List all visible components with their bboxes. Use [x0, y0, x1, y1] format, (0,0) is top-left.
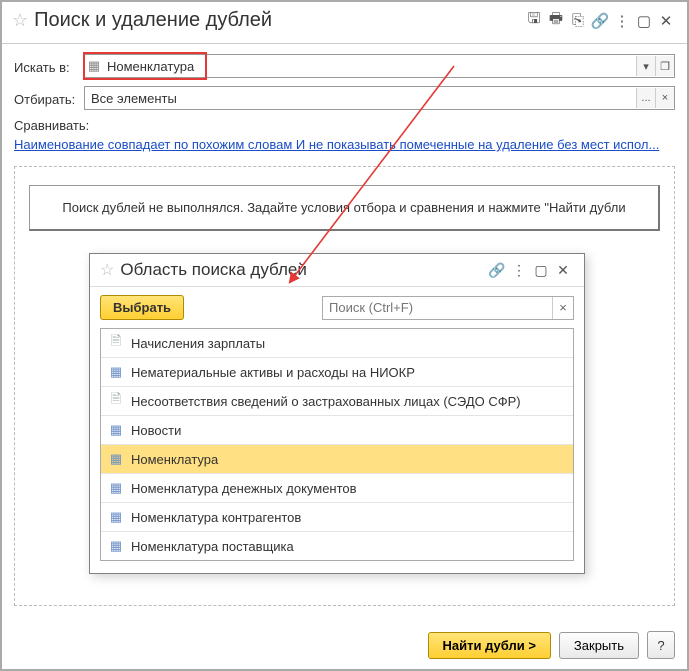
table-icon: ▦ — [107, 422, 125, 438]
link-icon[interactable]: 🔗 — [589, 12, 611, 30]
popup-star-icon[interactable]: ☆ — [100, 260, 114, 280]
document-icon: 🗎 — [107, 332, 125, 354]
maximize-icon[interactable]: ▢ — [633, 12, 655, 30]
popup-maximize-icon[interactable]: ▢ — [530, 262, 552, 279]
filter-label: Отбирать: — [14, 90, 84, 107]
preview-icon[interactable]: ⎘ — [567, 12, 589, 29]
list-item-label: Нематериальные активы и расходы на НИОКР — [131, 365, 415, 380]
bottom-bar: Найти дубли > Закрыть ? — [428, 631, 675, 659]
popup-titlebar: ☆ Область поиска дублей 🔗 ⋮ ▢ ✕ — [90, 254, 584, 287]
popup-toolbar: Выбрать × — [90, 287, 584, 328]
document-icon: 🗎 — [107, 390, 125, 412]
select-button[interactable]: Выбрать — [100, 295, 184, 320]
form-area: Искать в: ▦ Номенклатура ▾ ❐ Отбирать: В… — [2, 44, 687, 152]
search-in-value: Номенклатура — [103, 59, 636, 74]
list-item[interactable]: ▦ Номенклатура поставщика — [101, 532, 573, 560]
close-icon[interactable]: ✕ — [655, 12, 677, 30]
table-icon: ▦ — [107, 451, 125, 467]
table-icon: ▦ — [107, 364, 125, 380]
search-in-label: Искать в: — [14, 58, 84, 75]
print-icon[interactable]: 🖶 — [545, 8, 567, 33]
popup-more-icon[interactable]: ⋮ — [508, 262, 530, 279]
close-button[interactable]: Закрыть — [559, 632, 639, 659]
filter-value: Все элементы — [85, 91, 636, 106]
popup-list: 🗎 Начисления зарплаты ▦ Нематериальные акти… — [100, 328, 574, 561]
search-in-field[interactable]: ▦ Номенклатура ▾ ❐ — [84, 54, 675, 78]
filter-dots-button[interactable]: ... — [636, 88, 655, 108]
popup-search-input[interactable] — [323, 297, 552, 319]
help-button[interactable]: ? — [647, 631, 675, 659]
popup-link-icon[interactable]: 🔗 — [486, 262, 508, 279]
popup-title: Область поиска дублей — [120, 260, 486, 280]
info-text: Поиск дублей не выполнялся. Задайте усло… — [62, 200, 625, 215]
window-title: Поиск и удаление дублей — [34, 9, 523, 32]
list-item[interactable]: ▦ Номенклатура — [101, 445, 573, 474]
list-item-label: Несоответствия сведений о застрахованных… — [131, 394, 521, 409]
list-item[interactable]: ▦ Нематериальные активы и расходы на НИОК… — [101, 358, 573, 387]
list-item-label: Номенклатура поставщика — [131, 539, 294, 554]
more-icon[interactable]: ⋮ — [611, 12, 633, 30]
popup-close-icon[interactable]: ✕ — [552, 262, 574, 279]
filter-field[interactable]: Все элементы ... × — [84, 86, 675, 110]
compare-criteria-link[interactable]: Наименование совпадает по похожим словам… — [14, 137, 675, 152]
list-item-label: Номенклатура — [131, 452, 218, 467]
compare-row: Сравнивать: Наименование совпадает по по… — [14, 118, 675, 152]
list-item[interactable]: ▦ Номенклатура контрагентов — [101, 503, 573, 532]
search-in-open-button[interactable]: ❐ — [655, 56, 674, 76]
list-item-label: Номенклатура контрагентов — [131, 510, 301, 525]
info-panel: Поиск дублей не выполнялся. Задайте усло… — [29, 185, 660, 231]
list-item[interactable]: ▦ Новости — [101, 416, 573, 445]
table-icon: ▦ — [107, 509, 125, 525]
main-window: ☆ Поиск и удаление дублей 🖫 🖶 ⎘ 🔗 ⋮ ▢ ✕ … — [0, 0, 689, 671]
filter-row: Отбирать: Все элементы ... × — [14, 86, 675, 110]
favorite-star-icon[interactable]: ☆ — [12, 10, 28, 31]
table-icon: ▦ — [107, 480, 125, 496]
list-item[interactable]: 🗎 Начисления зарплаты — [101, 329, 573, 358]
search-in-dropdown-button[interactable]: ▾ — [636, 56, 655, 76]
list-item-label: Начисления зарплаты — [131, 336, 265, 351]
titlebar: ☆ Поиск и удаление дублей 🖫 🖶 ⎘ 🔗 ⋮ ▢ ✕ — [2, 2, 687, 44]
table-icon: ▦ — [107, 538, 125, 554]
compare-label: Сравнивать: — [14, 118, 675, 133]
table-icon: ▦ — [85, 58, 103, 74]
filter-clear-button[interactable]: × — [655, 88, 674, 108]
list-item[interactable]: ▦ Номенклатура денежных документов — [101, 474, 573, 503]
search-area-popup: ☆ Область поиска дублей 🔗 ⋮ ▢ ✕ Выбрать … — [89, 253, 585, 574]
content-box: Поиск дублей не выполнялся. Задайте усло… — [14, 166, 675, 606]
search-in-row: Искать в: ▦ Номенклатура ▾ ❐ — [14, 54, 675, 78]
list-item-label: Новости — [131, 423, 181, 438]
list-item-label: Номенклатура денежных документов — [131, 481, 357, 496]
save-icon[interactable]: 🖫 — [523, 8, 545, 33]
popup-search-box: × — [322, 296, 574, 320]
list-item[interactable]: 🗎 Несоответствия сведений о застрахованны… — [101, 387, 573, 416]
find-duplicates-button[interactable]: Найти дубли > — [428, 632, 551, 659]
popup-search-clear-button[interactable]: × — [552, 297, 573, 319]
